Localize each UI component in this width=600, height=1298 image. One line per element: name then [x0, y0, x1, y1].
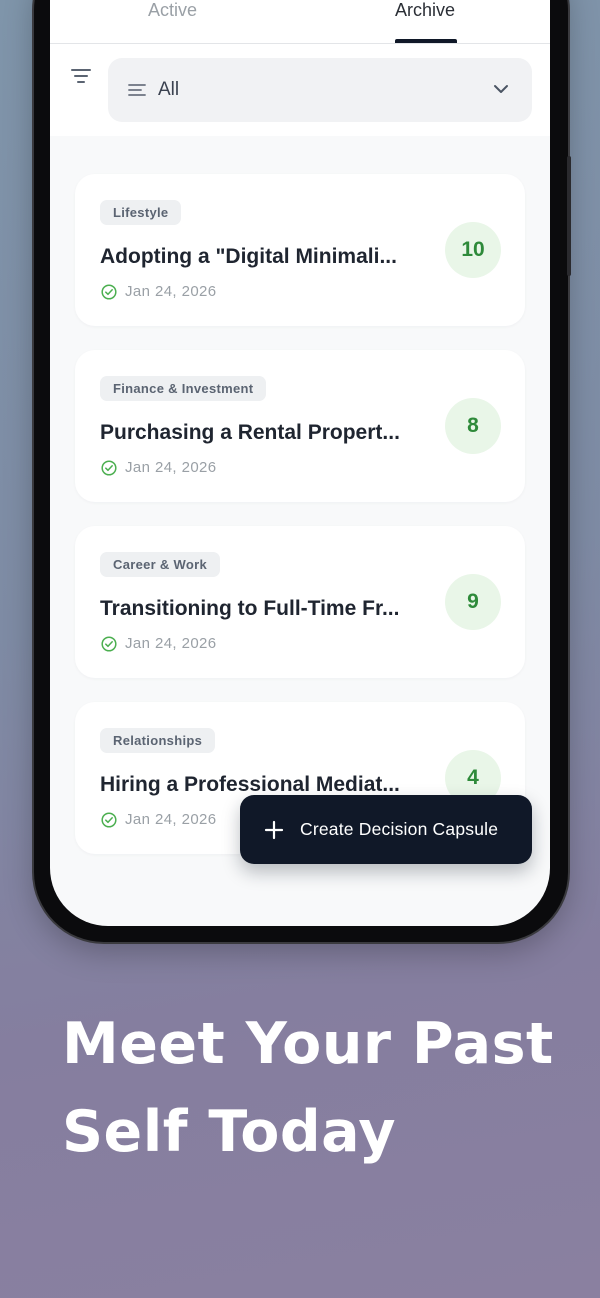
fab-label: Create Decision Capsule — [300, 819, 499, 839]
app-screen: Active Archive All Lifestyle Adopting a … — [50, 0, 550, 926]
marketing-headline: Meet Your Past Self Today — [62, 1000, 582, 1176]
tab-indicator — [395, 39, 457, 43]
decision-title: Purchasing a Rental Propert... — [100, 421, 400, 444]
category-select[interactable]: All — [108, 58, 532, 122]
decision-card[interactable]: Lifestyle Adopting a "Digital Minimali..… — [75, 174, 525, 326]
decision-date: Jan 24, 2026 — [125, 811, 217, 828]
chevron-down-icon — [494, 85, 508, 93]
decision-card[interactable]: Finance & Investment Purchasing a Rental… — [75, 350, 525, 502]
category-badge: Relationships — [100, 728, 216, 753]
tab-bar: Active Archive — [50, 0, 550, 44]
check-circle-icon — [101, 812, 117, 828]
decision-card[interactable]: Career & Work Transitioning to Full-Time… — [75, 526, 525, 678]
filter-icon[interactable] — [70, 66, 92, 86]
score-badge: 8 — [445, 398, 501, 454]
tab-archive[interactable]: Archive — [395, 0, 455, 21]
select-value: All — [158, 79, 180, 100]
score-badge: 9 — [445, 574, 501, 630]
decision-title: Transitioning to Full-Time Fr... — [100, 597, 400, 620]
decision-title: Adopting a "Digital Minimali... — [100, 245, 397, 268]
score-badge: 10 — [445, 222, 501, 278]
check-circle-icon — [101, 636, 117, 652]
sort-lines-icon — [128, 84, 146, 96]
headline-line-2: Self Today — [62, 1099, 397, 1165]
category-badge: Lifestyle — [100, 200, 182, 225]
plus-icon — [264, 820, 284, 840]
decision-title: Hiring a Professional Mediat... — [100, 773, 400, 796]
create-decision-capsule-button[interactable]: Create Decision Capsule — [240, 795, 532, 864]
category-badge: Career & Work — [100, 552, 220, 577]
filter-row: All — [50, 44, 550, 136]
category-badge: Finance & Investment — [100, 376, 267, 401]
headline-line-1: Meet Your Past — [62, 1011, 554, 1077]
tab-active[interactable]: Active — [148, 0, 197, 21]
decision-date: Jan 24, 2026 — [125, 283, 217, 300]
decision-date: Jan 24, 2026 — [125, 635, 217, 652]
check-circle-icon — [101, 284, 117, 300]
phone-side-button — [567, 156, 571, 276]
decision-date: Jan 24, 2026 — [125, 459, 217, 476]
check-circle-icon — [101, 460, 117, 476]
